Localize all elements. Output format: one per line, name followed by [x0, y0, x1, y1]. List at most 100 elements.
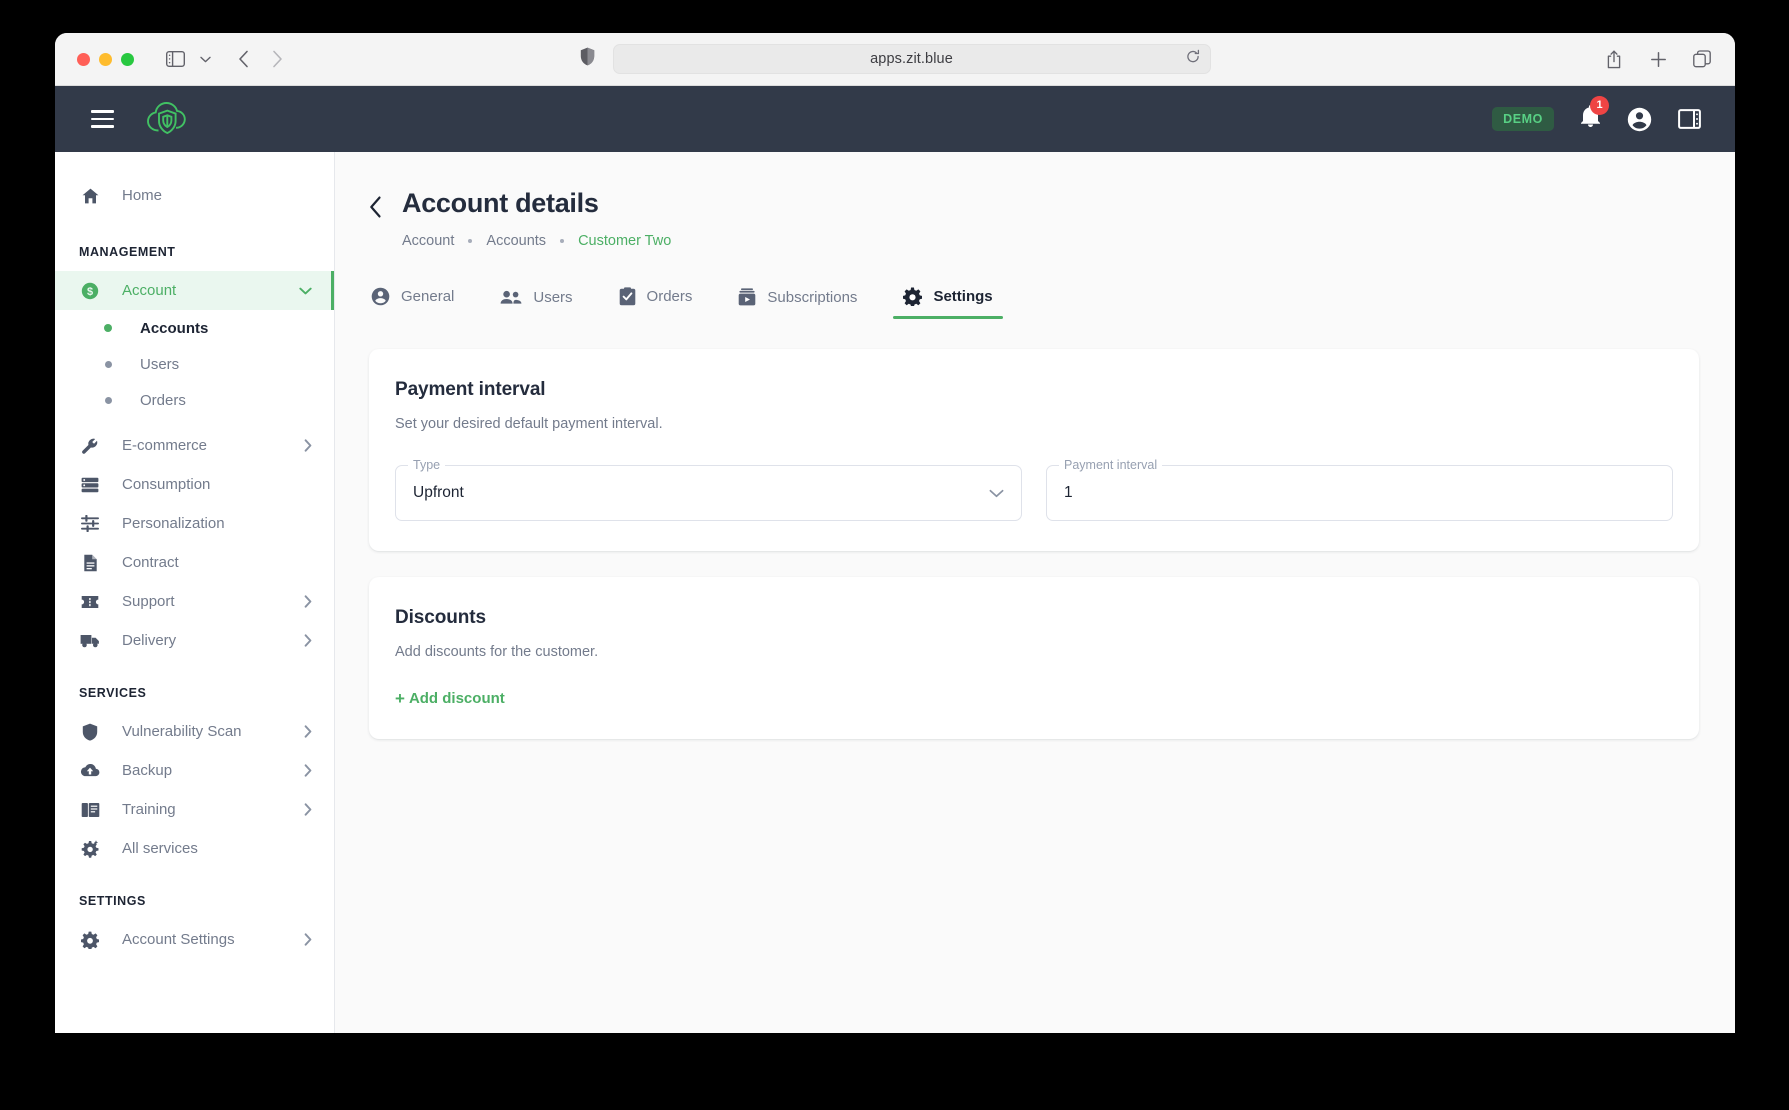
sidebar-section-services: SERVICES	[79, 686, 147, 700]
tab-orders[interactable]: Orders	[617, 277, 695, 319]
page-title: Account details	[402, 188, 599, 218]
svg-text:$: $	[87, 285, 93, 297]
sidebar-item-home[interactable]: Home	[55, 176, 334, 215]
type-select-value: Upfront	[413, 484, 464, 501]
share-icon[interactable]	[1599, 44, 1629, 74]
shield-privacy-icon[interactable]	[580, 47, 595, 71]
back-button[interactable]	[369, 196, 382, 218]
sidebar-item-label: Delivery	[122, 632, 177, 649]
payment-interval-card: Payment interval Set your desired defaul…	[369, 349, 1699, 551]
maximize-window-button[interactable]	[121, 52, 134, 66]
chevron-down-icon[interactable]	[989, 489, 1004, 498]
browser-nav-arrows	[226, 44, 294, 74]
notifications-button[interactable]: 1	[1580, 96, 1609, 133]
list-icon	[79, 477, 101, 493]
tab-subscriptions[interactable]: Subscriptions	[736, 278, 859, 319]
chevron-right-icon	[304, 595, 312, 608]
breadcrumb-separator	[560, 239, 565, 243]
bullet-dot-icon	[97, 324, 119, 332]
sidebar-subitem-accounts[interactable]: Accounts	[55, 310, 334, 346]
sidebar-subitem-orders[interactable]: Orders	[55, 382, 334, 418]
account-circle-icon[interactable]	[1627, 107, 1652, 132]
bullet-dot-icon	[97, 396, 119, 404]
subscriptions-icon	[738, 288, 756, 306]
browser-toolbar-right	[1599, 44, 1717, 74]
tab-label: Settings	[933, 288, 993, 305]
add-discount-button[interactable]: + Add discount	[395, 690, 505, 707]
payment-interval-input[interactable]: Payment interval 1	[1046, 458, 1673, 521]
sidebar-item-e-commerce[interactable]: E-commerce	[55, 426, 334, 465]
sidebar-item-support[interactable]: Support	[55, 582, 334, 621]
chevron-down-icon	[299, 287, 312, 295]
add-discount-label: Add discount	[408, 690, 505, 707]
chevron-right-icon	[304, 803, 312, 816]
sidebar-section-management: MANAGEMENT	[79, 245, 176, 259]
sidebar-item-consumption[interactable]: Consumption	[55, 465, 334, 504]
breadcrumb-item-accounts[interactable]: Accounts	[486, 233, 546, 249]
main-content: Account details Account Accounts Custome…	[335, 152, 1735, 1033]
sidebar-subitem-label: Accounts	[140, 319, 209, 337]
sidebar-item-contract[interactable]: Contract	[55, 543, 334, 582]
sidebar-item-training[interactable]: Training	[55, 790, 334, 829]
sidebar-item-account-settings[interactable]: Account Settings	[55, 920, 334, 959]
url-text: apps.zit.blue	[870, 51, 953, 67]
sidebar-item-personalization[interactable]: Personalization	[55, 504, 334, 543]
sidebar-item-label: Account Settings	[122, 931, 235, 948]
notification-count-badge: 1	[1590, 96, 1609, 115]
chevron-down-icon[interactable]	[190, 44, 220, 74]
hamburger-menu-button[interactable]	[83, 102, 122, 136]
plus-icon: +	[395, 689, 405, 708]
back-arrow-icon[interactable]	[226, 44, 260, 74]
forward-arrow-icon[interactable]	[260, 44, 294, 74]
tab-settings[interactable]: Settings	[893, 277, 1003, 319]
card-title: Discounts	[395, 607, 486, 628]
sidebar-item-label: Training	[122, 801, 176, 818]
sidebar-item-delivery[interactable]: Delivery	[55, 621, 334, 660]
bullet-dot-icon	[97, 360, 119, 368]
payment-interval-fields: Type Upfront Payment interval 1	[395, 458, 1673, 521]
tab-label: General	[401, 288, 455, 305]
tune-icon	[79, 515, 101, 532]
sidebar-item-label: Contract	[122, 554, 179, 571]
breadcrumb-separator	[468, 239, 473, 243]
tab-general[interactable]: General	[369, 277, 456, 319]
plus-icon[interactable]	[1643, 44, 1673, 74]
discounts-card: Discounts Add discounts for the customer…	[369, 577, 1699, 739]
breadcrumb-item-current: Customer Two	[578, 233, 672, 249]
chevron-right-icon	[304, 764, 312, 777]
close-window-button[interactable]	[77, 52, 90, 66]
payment-interval-input-value: 1	[1064, 484, 1073, 501]
gear-plus-icon	[79, 839, 101, 858]
sidebar-item-account[interactable]: $ Account	[55, 271, 334, 310]
sidebar-item-vulnerability-scan[interactable]: Vulnerability Scan	[55, 712, 334, 751]
breadcrumb-item-account[interactable]: Account	[402, 233, 454, 249]
sidebar-item-backup[interactable]: Backup	[55, 751, 334, 790]
tab-label: Subscriptions	[767, 288, 858, 306]
truck-icon	[79, 633, 101, 648]
sidebar-item-label: Home	[122, 187, 163, 204]
reload-icon[interactable]	[1186, 49, 1200, 69]
sidebar: Home MANAGEMENT $ Account Accounts Users…	[55, 152, 335, 1033]
sidebar-toggle-icon[interactable]	[160, 44, 190, 74]
shield-icon	[79, 723, 101, 741]
chevron-right-icon	[304, 933, 312, 946]
home-icon	[79, 188, 101, 204]
sidebar-item-label: E-commerce	[122, 437, 208, 454]
right-panel-icon[interactable]	[1678, 109, 1701, 129]
card-description: Add discounts for the customer.	[395, 644, 599, 660]
tab-overview-icon[interactable]	[1687, 44, 1717, 74]
chevron-right-icon	[304, 725, 312, 738]
sidebar-item-label: Consumption	[122, 476, 211, 493]
tab-label: Orders	[646, 288, 693, 305]
document-icon	[79, 554, 101, 572]
type-select[interactable]: Type Upfront	[395, 458, 1022, 521]
browser-toolbar: apps.zit.blue	[55, 33, 1735, 86]
sidebar-item-all-services[interactable]: All services	[55, 829, 334, 868]
cloud-shield-logo[interactable]	[144, 99, 190, 139]
url-bar[interactable]: apps.zit.blue	[612, 44, 1211, 74]
minimize-window-button[interactable]	[99, 52, 112, 66]
tab-users[interactable]: Users	[498, 279, 574, 319]
card-description: Set your desired default payment interva…	[395, 416, 663, 432]
sidebar-subitem-users[interactable]: Users	[55, 346, 334, 382]
people-icon	[500, 290, 522, 305]
